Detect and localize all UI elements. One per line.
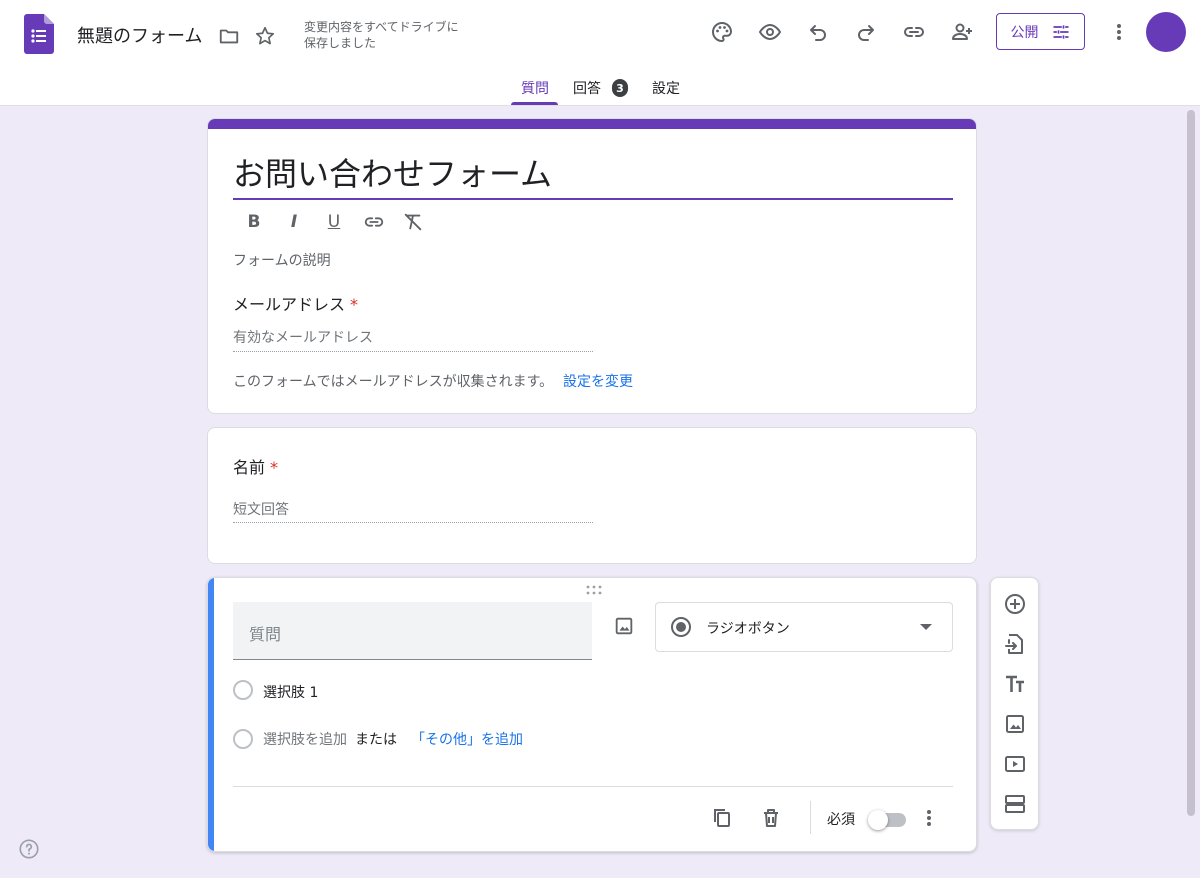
option-radio-icon bbox=[233, 680, 253, 700]
name-question-card[interactable]: 名前 * 短文回答 bbox=[207, 427, 977, 564]
add-option-radio-icon bbox=[233, 729, 253, 749]
save-status: 変更内容をすべてドライブに 保存しました bbox=[304, 19, 459, 51]
footer-separator bbox=[810, 801, 811, 834]
change-settings-link[interactable]: 設定を変更 bbox=[563, 371, 633, 391]
radio-button-icon bbox=[670, 616, 692, 638]
short-answer-placeholder: 短文回答 bbox=[233, 502, 289, 518]
question-type-dropdown[interactable]: ラジオボタン bbox=[655, 602, 953, 652]
form-description[interactable]: フォームの説明 bbox=[233, 250, 331, 270]
palette-icon[interactable] bbox=[710, 20, 734, 44]
bold-button[interactable]: B bbox=[242, 210, 266, 234]
add-option-button[interactable]: 選択肢を追加 bbox=[263, 729, 347, 749]
insert-link-icon[interactable] bbox=[362, 210, 386, 234]
duplicate-icon[interactable] bbox=[710, 806, 734, 830]
option-1-label[interactable]: 選択肢 1 bbox=[263, 682, 318, 702]
name-label-text: 名前 bbox=[233, 458, 266, 477]
email-field: 有効なメールアドレス bbox=[233, 330, 373, 346]
top-bar: 無題のフォーム 変更内容をすべてドライブに 保存しました 公開 質問 回答 3 … bbox=[0, 0, 1200, 106]
add-image-icon[interactable] bbox=[1003, 712, 1027, 736]
name-question-label: 名前 * bbox=[233, 454, 278, 478]
undo-icon[interactable] bbox=[806, 20, 830, 44]
required-label: 必須 bbox=[827, 812, 855, 828]
active-card-indicator bbox=[208, 578, 214, 851]
clear-formatting-icon[interactable] bbox=[401, 210, 425, 234]
email-collection-note: このフォームではメールアドレスが収集されます。 bbox=[233, 374, 554, 390]
floating-side-toolbar bbox=[990, 577, 1039, 830]
tab-bar: 質問 回答 3 設定 bbox=[0, 70, 1200, 106]
redo-icon[interactable] bbox=[854, 20, 878, 44]
add-image-icon[interactable] bbox=[613, 615, 635, 637]
page-scrollbar[interactable] bbox=[1187, 110, 1195, 816]
publish-button[interactable]: 公開 bbox=[996, 13, 1085, 50]
forms-logo-icon[interactable] bbox=[24, 14, 54, 54]
short-answer-underline bbox=[233, 522, 593, 523]
add-person-icon[interactable] bbox=[950, 20, 974, 44]
tune-icon bbox=[1051, 22, 1071, 42]
add-question-icon[interactable] bbox=[1003, 592, 1027, 616]
tab-questions[interactable]: 質問 bbox=[521, 78, 549, 98]
dropdown-arrow-icon bbox=[920, 624, 932, 630]
document-title[interactable]: 無題のフォーム bbox=[77, 22, 202, 48]
question-type-label: ラジオボタン bbox=[706, 621, 790, 637]
save-status-line1: 変更内容をすべてドライブに bbox=[304, 20, 459, 34]
required-asterisk: * bbox=[350, 295, 359, 314]
avatar[interactable] bbox=[1146, 12, 1186, 52]
publish-label: 公開 bbox=[1010, 24, 1039, 41]
email-label-text: メールアドレス bbox=[233, 295, 346, 314]
import-questions-icon[interactable] bbox=[1003, 632, 1027, 656]
add-section-icon[interactable] bbox=[1003, 792, 1027, 816]
more-vert-icon[interactable] bbox=[1107, 20, 1131, 44]
drag-handle-icon[interactable] bbox=[585, 585, 603, 595]
email-question-label: メールアドレス * bbox=[233, 291, 358, 315]
card-footer-divider bbox=[233, 786, 953, 787]
form-title[interactable]: お問い合わせフォーム bbox=[233, 149, 552, 195]
delete-icon[interactable] bbox=[759, 806, 783, 830]
question-input[interactable]: 質問 bbox=[233, 602, 592, 660]
italic-button[interactable]: I bbox=[282, 210, 306, 234]
eye-icon[interactable] bbox=[758, 20, 782, 44]
active-question-card[interactable]: 質問 ラジオボタン 選択肢 1 選択肢を追加 または 「その他」を追加 必須 bbox=[207, 577, 977, 852]
link-icon[interactable] bbox=[902, 20, 926, 44]
star-icon[interactable] bbox=[254, 25, 276, 47]
folder-icon[interactable] bbox=[218, 25, 240, 47]
or-text: または bbox=[355, 732, 397, 748]
help-icon[interactable] bbox=[18, 838, 40, 860]
underline-button[interactable]: U bbox=[322, 210, 346, 234]
form-title-card: お問い合わせフォーム B I U フォームの説明 メールアドレス * 有効なメール… bbox=[207, 118, 977, 414]
add-title-icon[interactable] bbox=[1003, 672, 1027, 696]
question-placeholder: 質問 bbox=[249, 625, 282, 644]
email-field-underline bbox=[233, 351, 593, 352]
tab-responses[interactable]: 回答 bbox=[573, 78, 601, 98]
responses-count-badge: 3 bbox=[612, 79, 628, 97]
active-tab-indicator bbox=[511, 102, 558, 105]
required-toggle-knob[interactable] bbox=[868, 810, 888, 830]
add-video-icon[interactable] bbox=[1003, 752, 1027, 776]
more-options-icon[interactable] bbox=[917, 806, 941, 830]
add-other-option-link[interactable]: 「その他」を追加 bbox=[411, 729, 523, 749]
required-asterisk: * bbox=[270, 458, 279, 477]
save-status-line2: 保存しました bbox=[304, 36, 377, 50]
title-accent-strip bbox=[208, 119, 976, 129]
tab-settings[interactable]: 設定 bbox=[652, 78, 680, 98]
title-focus-underline bbox=[233, 198, 953, 200]
